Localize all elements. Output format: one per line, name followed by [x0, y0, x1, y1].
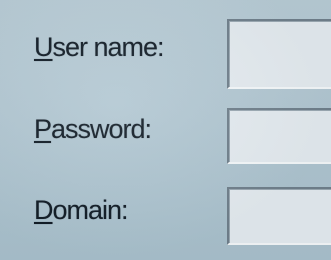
domain-label-accelerator: D [34, 195, 53, 225]
domain-field[interactable] [227, 187, 331, 245]
password-field[interactable] [227, 108, 331, 164]
domain-label: Domain: [34, 195, 129, 225]
logon-dialog: User name: Password: Domain: [0, 0, 331, 260]
username-label-text: ser name: [52, 32, 165, 62]
domain-input[interactable] [229, 189, 331, 243]
password-row: Password: [0, 100, 331, 170]
password-label-accelerator: P [34, 114, 52, 144]
username-row: User name: [0, 12, 331, 89]
domain-row: Domain: [0, 181, 331, 251]
password-input[interactable] [229, 110, 331, 162]
username-label-accelerator: U [34, 32, 53, 62]
username-input[interactable] [229, 21, 331, 87]
username-field[interactable] [227, 19, 331, 89]
password-label: Password: [34, 114, 152, 144]
password-label-text: assword: [51, 114, 152, 144]
username-label: User name: [34, 32, 165, 62]
domain-label-text: omain: [52, 195, 129, 225]
